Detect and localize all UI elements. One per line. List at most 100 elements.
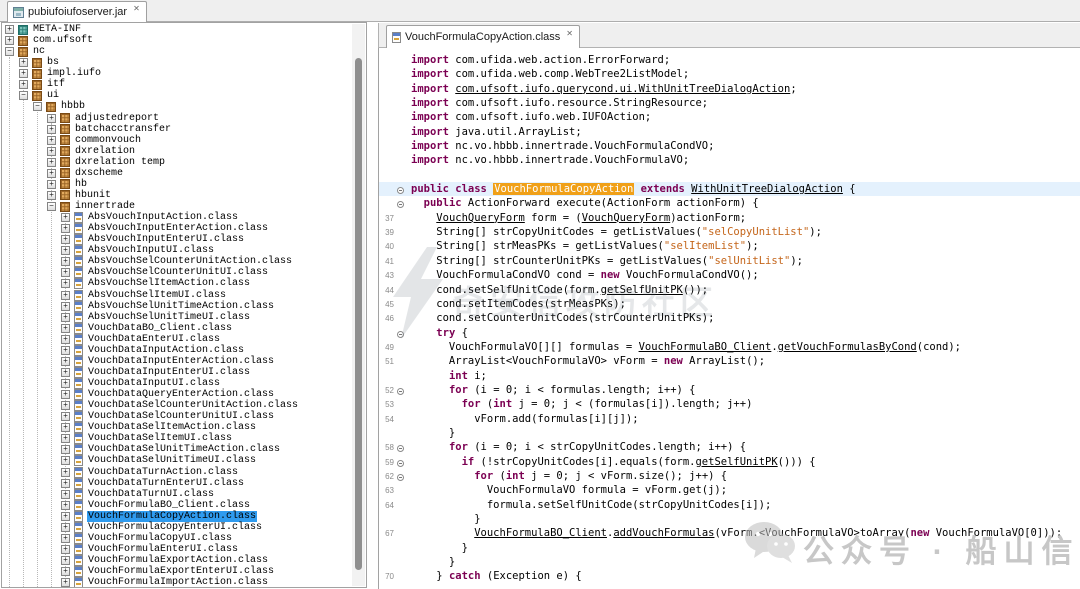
tree-item[interactable]: +VouchFormulaExportAction.class	[2, 555, 352, 566]
expand-icon[interactable]: +	[61, 468, 70, 477]
tree-item[interactable]: +hb	[2, 179, 352, 190]
tree-item[interactable]: +itf	[2, 79, 352, 90]
expand-icon[interactable]: +	[61, 213, 70, 222]
fold-gutter[interactable]	[394, 455, 406, 469]
tree-item[interactable]: −ui	[2, 90, 352, 101]
tree-item[interactable]: −hbbb	[2, 101, 352, 112]
expand-icon[interactable]: +	[61, 490, 70, 499]
tree-item[interactable]: +AbsVouchInputEnterUI.class	[2, 234, 352, 245]
tree-item[interactable]: +VouchDataBO_Client.class	[2, 323, 352, 334]
tree-item[interactable]: +VouchFormulaImportAction.class	[2, 577, 352, 587]
tree-item-selected[interactable]: +VouchFormulaCopyAction.class	[2, 511, 352, 522]
expand-icon[interactable]: +	[47, 136, 56, 145]
expand-icon[interactable]: +	[61, 423, 70, 432]
expand-icon[interactable]: +	[47, 114, 56, 123]
tree-scrollbar-thumb[interactable]	[355, 58, 362, 570]
expand-icon[interactable]: +	[61, 246, 70, 255]
tab-close-icon[interactable]: ✕	[133, 5, 140, 13]
tree-item[interactable]: +AbsVouchSelCounterUnitUI.class	[2, 267, 352, 278]
expand-icon[interactable]: +	[61, 224, 70, 233]
collapse-region-icon[interactable]	[397, 187, 404, 194]
tree-item[interactable]: +VouchDataSelUnitTimeUI.class	[2, 455, 352, 466]
tree-item[interactable]: +VouchDataInputEnterUI.class	[2, 367, 352, 378]
tab-jar[interactable]: pubiufoiufoserver.jar ✕	[7, 1, 147, 23]
expand-icon[interactable]: +	[61, 412, 70, 421]
tree-item[interactable]: +dxrelation	[2, 146, 352, 157]
collapse-icon[interactable]: −	[33, 102, 42, 111]
tab-class[interactable]: VouchFormulaCopyAction.class ✕	[386, 25, 580, 49]
collapse-region-icon[interactable]	[397, 331, 404, 338]
expand-icon[interactable]: +	[5, 36, 14, 45]
tree-item[interactable]: +AbsVouchSelCounterUnitAction.class	[2, 256, 352, 267]
tree-item[interactable]: +AbsVouchInputEnterAction.class	[2, 223, 352, 234]
tree-item[interactable]: +VouchFormulaCopyUI.class	[2, 533, 352, 544]
tree-item[interactable]: +VouchDataTurnAction.class	[2, 467, 352, 478]
fold-gutter[interactable]	[394, 469, 406, 483]
collapse-region-icon[interactable]	[397, 201, 404, 208]
expand-icon[interactable]: +	[61, 456, 70, 465]
tree-item[interactable]: +VouchFormulaEnterUI.class	[2, 544, 352, 555]
expand-icon[interactable]: +	[47, 191, 56, 200]
expand-icon[interactable]: +	[61, 235, 70, 244]
expand-icon[interactable]: +	[61, 335, 70, 344]
expand-icon[interactable]: +	[19, 58, 28, 67]
tree-item[interactable]: +META-INF	[2, 24, 352, 35]
tab-close-icon[interactable]: ✕	[566, 30, 573, 38]
tree-item[interactable]: +VouchDataInputEnterAction.class	[2, 356, 352, 367]
tree-item[interactable]: +VouchDataSelItemAction.class	[2, 422, 352, 433]
tree-item[interactable]: +hbunit	[2, 190, 352, 201]
expand-icon[interactable]: +	[19, 80, 28, 89]
expand-icon[interactable]: +	[61, 545, 70, 554]
expand-icon[interactable]: +	[47, 158, 56, 167]
tree-item[interactable]: +impl.iufo	[2, 68, 352, 79]
expand-icon[interactable]: +	[61, 556, 70, 565]
tree-item[interactable]: +AbsVouchSelItemAction.class	[2, 278, 352, 289]
collapse-icon[interactable]: −	[47, 202, 56, 211]
tree-item[interactable]: +VouchDataSelCounterUnitUI.class	[2, 411, 352, 422]
collapse-icon[interactable]: −	[5, 47, 14, 56]
fold-gutter[interactable]	[394, 383, 406, 397]
expand-icon[interactable]: +	[61, 368, 70, 377]
tree-item[interactable]: +AbsVouchInputAction.class	[2, 212, 352, 223]
tree-item[interactable]: +commonvouch	[2, 135, 352, 146]
tree-item[interactable]: +VouchDataQueryEnterAction.class	[2, 389, 352, 400]
tree-item[interactable]: +dxrelation temp	[2, 157, 352, 168]
tree-item[interactable]: +VouchDataTurnEnterUI.class	[2, 478, 352, 489]
expand-icon[interactable]: +	[47, 125, 56, 134]
expand-icon[interactable]: +	[61, 445, 70, 454]
expand-icon[interactable]: +	[61, 434, 70, 443]
expand-icon[interactable]: +	[61, 390, 70, 399]
expand-icon[interactable]: +	[61, 523, 70, 532]
tree-item[interactable]: +VouchDataSelUnitTimeAction.class	[2, 444, 352, 455]
tree-item[interactable]: +VouchDataInputAction.class	[2, 345, 352, 356]
tree-item[interactable]: +AbsVouchInputUI.class	[2, 245, 352, 256]
expand-icon[interactable]: +	[61, 401, 70, 410]
expand-icon[interactable]: +	[19, 69, 28, 78]
tree-item[interactable]: +AbsVouchSelUnitTimeAction.class	[2, 301, 352, 312]
expand-icon[interactable]: +	[61, 324, 70, 333]
tree-item[interactable]: +VouchDataInputUI.class	[2, 378, 352, 389]
expand-icon[interactable]: +	[61, 501, 70, 510]
fold-gutter[interactable]	[394, 326, 406, 340]
tree-item[interactable]: +AbsVouchSelUnitTimeUI.class	[2, 312, 352, 323]
collapse-region-icon[interactable]	[397, 445, 404, 452]
expand-icon[interactable]: +	[61, 567, 70, 576]
tree-item[interactable]: +adjustedreport	[2, 113, 352, 124]
tree-item[interactable]: −innertrade	[2, 201, 352, 212]
expand-icon[interactable]: +	[61, 257, 70, 266]
expand-icon[interactable]: +	[61, 534, 70, 543]
tree-item[interactable]: −nc	[2, 46, 352, 57]
tree-item[interactable]: +VouchDataSelItemUI.class	[2, 433, 352, 444]
expand-icon[interactable]: +	[61, 479, 70, 488]
fold-gutter[interactable]	[394, 182, 406, 196]
collapse-region-icon[interactable]	[397, 460, 404, 467]
expand-icon[interactable]: +	[61, 379, 70, 388]
expand-icon[interactable]: +	[61, 313, 70, 322]
tree-item[interactable]: +bs	[2, 57, 352, 68]
tree-item[interactable]: +com.ufsoft	[2, 35, 352, 46]
collapse-icon[interactable]: −	[19, 91, 28, 100]
expand-icon[interactable]: +	[61, 291, 70, 300]
tree-item[interactable]: +VouchFormulaCopyEnterUI.class	[2, 522, 352, 533]
fold-gutter[interactable]	[394, 196, 406, 210]
expand-icon[interactable]: +	[61, 302, 70, 311]
